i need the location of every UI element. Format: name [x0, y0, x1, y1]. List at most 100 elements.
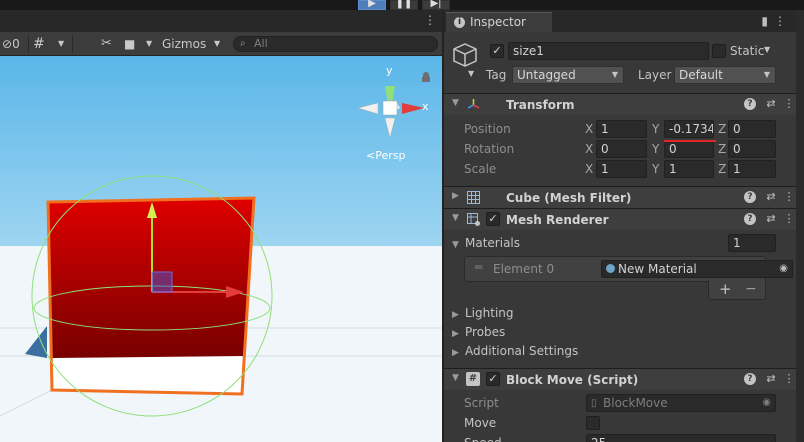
mesh-renderer-enabled-checkbox[interactable]: ✓ [486, 212, 500, 226]
rotation-z-input[interactable]: 0 [728, 140, 776, 158]
scale-y-axis[interactable]: Y [652, 160, 659, 178]
active-checkbox[interactable]: ✓ [490, 44, 504, 58]
menu-dots-icon[interactable]: ⋮ [774, 14, 792, 28]
preset-sliders-icon[interactable]: ⇄ [764, 372, 778, 386]
position-z-axis[interactable]: Z [718, 120, 726, 138]
scale-z-axis[interactable]: Z [718, 160, 726, 178]
camera-dropdown-caret-icon[interactable]: ▼ [146, 35, 152, 53]
grid-dropdown-caret-icon[interactable]: ▼ [58, 35, 64, 53]
play-button[interactable]: ▶ [358, 0, 386, 10]
element-0-material-field[interactable]: New Material ◉ [601, 260, 793, 278]
icon-dropdown-caret-icon[interactable]: ▼ [468, 69, 474, 78]
gizmo-y-label: y [386, 64, 393, 77]
rotation-y-axis[interactable]: Y [652, 140, 659, 158]
position-y-axis[interactable]: Y [652, 120, 659, 138]
scale-z-input[interactable]: 1 [728, 160, 776, 178]
toolbar-separator [72, 35, 73, 53]
gizmos-button[interactable]: Gizmos [162, 35, 206, 53]
hidden-eye-icon: ⊘ [2, 37, 13, 51]
grid-icon[interactable]: # [33, 35, 45, 53]
scale-x-axis[interactable]: X [585, 160, 593, 178]
lock-icon[interactable]: ▮ [761, 14, 774, 28]
additional-settings-label: Additional Settings [465, 344, 579, 358]
probes-foldout[interactable]: ▶ Probes [452, 323, 505, 343]
help-icon[interactable]: ? [744, 98, 756, 110]
component-menu-icon[interactable]: ⋮ [782, 212, 796, 226]
expand-arrow-icon: ▼ [452, 373, 459, 383]
persp-toggle[interactable]: <Persp [366, 149, 405, 162]
persp-label: Persp [375, 149, 406, 162]
rotation-x-input[interactable]: 0 [596, 140, 647, 158]
chevron-down-icon: ▼ [763, 70, 770, 79]
scene-menu-icon[interactable]: ⋮ [424, 13, 436, 27]
camera-icon[interactable]: ■ [124, 35, 135, 53]
component-menu-icon[interactable]: ⋮ [782, 190, 796, 204]
remove-element-button[interactable]: − [745, 280, 757, 298]
materials-foldout[interactable]: ▼ Materials [452, 234, 520, 254]
block-move-enabled-checkbox[interactable]: ✓ [486, 372, 500, 386]
gizmo-x-label: x [422, 100, 429, 113]
drag-indicator [664, 140, 716, 142]
collapse-arrow-icon: ▶ [452, 191, 459, 201]
position-y-input[interactable]: -0.1734 [664, 120, 714, 138]
preset-sliders-icon[interactable]: ⇄ [764, 97, 778, 111]
scene-search-input[interactable]: ⌕ All [233, 36, 438, 52]
tab-inspector[interactable]: i Inspector [446, 12, 552, 32]
visibility-toggle[interactable]: ⊘0 [2, 35, 20, 53]
mesh-renderer-icon [467, 213, 480, 226]
position-x-input[interactable]: 1 [596, 120, 647, 138]
expand-arrow-icon: ▼ [452, 240, 459, 250]
tools-icon[interactable]: ✂ [101, 35, 112, 53]
component-tools: ? ⇄ ⋮ [732, 211, 796, 229]
add-element-button[interactable]: + [719, 280, 732, 298]
step-button[interactable]: ▶| [422, 0, 450, 10]
layer-value: Default [679, 68, 723, 82]
component-menu-icon[interactable]: ⋮ [782, 372, 796, 386]
pause-button[interactable]: ❚❚ [390, 0, 418, 10]
drag-handle-icon[interactable]: ═ [475, 260, 482, 274]
search-placeholder: All [254, 37, 268, 50]
transform-icon [467, 99, 480, 109]
gameobject-cube-icon [453, 43, 477, 67]
preset-sliders-icon[interactable]: ⇄ [764, 190, 778, 204]
rotation-z-axis[interactable]: Z [718, 140, 726, 158]
help-icon[interactable]: ? [744, 373, 756, 385]
static-dropdown-caret-icon[interactable]: ▼ [764, 45, 770, 54]
speed-input[interactable]: 25 [586, 434, 776, 442]
layer-label: Layer [638, 68, 672, 82]
object-picker-icon[interactable]: ◉ [779, 261, 788, 277]
layer-dropdown[interactable]: Default ▼ [674, 66, 776, 84]
position-z-input[interactable]: 0 [728, 120, 776, 138]
step-icon: ▶| [430, 0, 442, 9]
position-x-axis[interactable]: X [585, 120, 593, 138]
expand-arrow-icon: ▼ [452, 213, 459, 223]
block-move-header[interactable]: ▼ # ✓ Block Move (Script) ? ⇄ ⋮ [444, 368, 796, 390]
additional-settings-foldout[interactable]: ▶ Additional Settings [452, 342, 578, 362]
static-checkbox[interactable] [712, 44, 726, 58]
scale-x-input[interactable]: 1 [596, 160, 647, 178]
lighting-foldout[interactable]: ▶ Lighting [452, 304, 514, 324]
mesh-filter-header[interactable]: ▶ Cube (Mesh Filter) ? ⇄ ⋮ [444, 186, 796, 208]
rotation-label: Rotation [464, 142, 515, 156]
scale-y-input[interactable]: 1 [664, 160, 714, 178]
probes-label: Probes [465, 325, 506, 339]
gizmos-dropdown-caret-icon[interactable]: ▼ [214, 35, 220, 53]
move-label: Move [464, 416, 497, 430]
object-name-input[interactable]: size1 [508, 42, 709, 60]
transform-header[interactable]: ▼ Transform ? ⇄ ⋮ [444, 93, 796, 115]
help-icon[interactable]: ? [744, 191, 756, 203]
move-checkbox[interactable] [586, 416, 600, 430]
preset-sliders-icon[interactable]: ⇄ [764, 212, 778, 226]
scene-tab-bar: ⋮ [0, 10, 442, 32]
help-icon[interactable]: ? [744, 213, 756, 225]
tag-dropdown[interactable]: Untagged ▼ [512, 66, 624, 84]
scene-viewport[interactable]: y x <Persp [0, 56, 442, 442]
rotation-y-input[interactable]: 0 [664, 140, 714, 158]
mesh-filter-title: Cube (Mesh Filter) [506, 191, 632, 205]
component-menu-icon[interactable]: ⋮ [782, 97, 796, 111]
rotation-x-axis[interactable]: X [585, 140, 593, 158]
mesh-renderer-header[interactable]: ▼ ✓ Mesh Renderer ? ⇄ ⋮ [444, 208, 796, 230]
expand-arrow-icon: ▼ [452, 98, 459, 108]
list-add-remove: + − [708, 280, 766, 300]
materials-count-input[interactable]: 1 [728, 234, 776, 252]
